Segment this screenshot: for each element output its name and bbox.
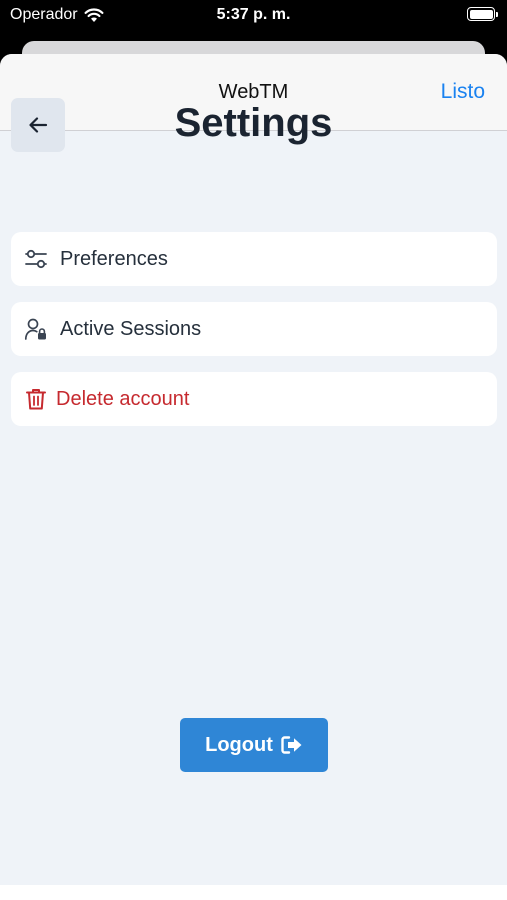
logout-label: Logout bbox=[205, 733, 273, 756]
menu-item-label: Preferences bbox=[60, 247, 168, 270]
battery-fill bbox=[469, 9, 493, 19]
trash-icon bbox=[23, 386, 49, 412]
battery-icon bbox=[467, 7, 498, 21]
status-bar: Operador 5:37 p. m. bbox=[0, 0, 507, 34]
logout-button[interactable]: Logout bbox=[180, 718, 328, 772]
menu-item-active-sessions[interactable]: Active Sessions bbox=[11, 302, 497, 356]
sign-out-icon bbox=[281, 736, 302, 754]
modal-sheet: WebTM Listo bbox=[0, 54, 507, 900]
battery-cap bbox=[496, 11, 498, 17]
user-lock-icon bbox=[23, 316, 49, 342]
menu-item-label: Active Sessions bbox=[60, 317, 202, 340]
menu-item-delete-account[interactable]: Delete account bbox=[11, 372, 497, 426]
menu-item-preferences[interactable]: Preferences bbox=[11, 232, 497, 286]
sliders-icon bbox=[23, 246, 49, 272]
status-time: 5:37 p. m. bbox=[216, 6, 291, 23]
bottom-safe-area bbox=[0, 885, 507, 900]
page-title: Settings bbox=[174, 101, 333, 145]
menu-item-label: Delete account bbox=[56, 387, 190, 410]
